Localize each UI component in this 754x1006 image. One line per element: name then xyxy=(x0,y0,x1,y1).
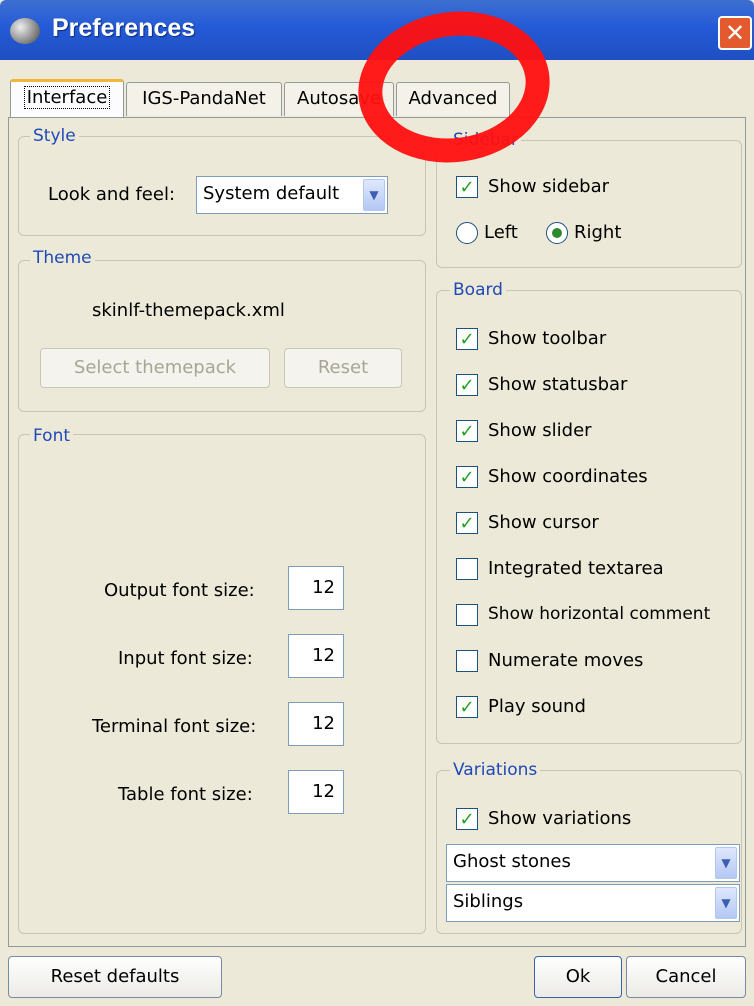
chevron-down-icon[interactable]: ▼ xyxy=(363,179,385,211)
show-toolbar-checkbox[interactable]: ✓ xyxy=(456,328,478,350)
play-sound-checkbox[interactable]: ✓ xyxy=(456,696,478,718)
look-and-feel-label: Look and feel: xyxy=(48,184,176,205)
right-radio[interactable] xyxy=(546,222,568,244)
show-coordinates-checkbox[interactable]: ✓ xyxy=(456,466,478,488)
input-font-size-label: Input font size: xyxy=(118,648,253,669)
show-sidebar-checkbox[interactable]: ✓ xyxy=(456,176,478,198)
left-radio[interactable] xyxy=(456,222,478,244)
output-font-size-input[interactable]: 12 xyxy=(288,566,344,610)
show-sidebar-label: Show sidebar xyxy=(488,176,610,197)
show-variations-checkbox[interactable]: ✓ xyxy=(456,808,478,830)
themepack-file: skinlf-themepack.xml xyxy=(92,300,285,321)
reset-defaults-button[interactable]: Reset defaults xyxy=(8,956,222,998)
numerate-moves-checkbox[interactable] xyxy=(456,650,478,672)
show-horizontal-comment-label: Show horizontal comment xyxy=(488,604,711,624)
terminal-font-size-label: Terminal font size: xyxy=(92,716,257,737)
show-cursor-checkbox[interactable]: ✓ xyxy=(456,512,478,534)
font-group-title: Font xyxy=(30,426,74,446)
play-sound-label: Play sound xyxy=(488,696,586,717)
tab-igs-pandanet[interactable]: IGS-PandaNet xyxy=(126,82,282,116)
app-icon xyxy=(10,18,40,44)
board-group-title: Board xyxy=(450,280,506,300)
chevron-down-icon[interactable]: ▼ xyxy=(715,847,737,879)
sidebar-group xyxy=(436,140,742,268)
show-slider-label: Show slider xyxy=(488,420,592,441)
variation-scope-value: Siblings xyxy=(453,891,524,912)
look-and-feel-value: System default xyxy=(203,183,340,204)
variation-mode-value: Ghost stones xyxy=(453,851,571,872)
output-font-size-label: Output font size: xyxy=(104,580,255,601)
show-cursor-label: Show cursor xyxy=(488,512,599,533)
tab-label: Interface xyxy=(23,86,111,109)
show-slider-checkbox[interactable]: ✓ xyxy=(456,420,478,442)
show-statusbar-label: Show statusbar xyxy=(488,374,628,395)
numerate-moves-label: Numerate moves xyxy=(488,650,644,671)
show-variations-label: Show variations xyxy=(488,808,632,829)
font-group xyxy=(18,434,426,934)
style-group-title: Style xyxy=(30,126,79,146)
select-themepack-button[interactable]: Select themepack xyxy=(40,348,270,388)
right-radio-label: Right xyxy=(574,222,622,243)
look-and-feel-select[interactable]: System default ▼ xyxy=(196,176,388,214)
table-font-size-input[interactable]: 12 xyxy=(288,770,344,814)
ok-button[interactable]: Ok xyxy=(534,956,622,998)
chevron-down-icon[interactable]: ▼ xyxy=(715,887,737,919)
variation-scope-select[interactable]: Siblings ▼ xyxy=(446,884,740,922)
variation-mode-select[interactable]: Ghost stones ▼ xyxy=(446,844,740,882)
theme-group xyxy=(18,260,426,412)
close-button[interactable]: ✕ xyxy=(718,16,752,50)
show-toolbar-label: Show toolbar xyxy=(488,328,607,349)
show-statusbar-checkbox[interactable]: ✓ xyxy=(456,374,478,396)
integrated-textarea-checkbox[interactable] xyxy=(456,558,478,580)
show-coordinates-label: Show coordinates xyxy=(488,466,648,487)
show-horizontal-comment-checkbox[interactable] xyxy=(456,604,478,626)
table-font-size-label: Table font size: xyxy=(118,784,253,805)
input-font-size-input[interactable]: 12 xyxy=(288,634,344,678)
reset-theme-button[interactable]: Reset xyxy=(284,348,402,388)
window-title: Preferences xyxy=(52,14,196,42)
tab-interface[interactable]: Interface xyxy=(10,79,124,117)
integrated-textarea-label: Integrated textarea xyxy=(488,558,664,579)
theme-group-title: Theme xyxy=(30,248,95,268)
left-radio-label: Left xyxy=(484,222,518,243)
variations-group-title: Variations xyxy=(450,760,541,780)
cancel-button[interactable]: Cancel xyxy=(626,956,746,998)
terminal-font-size-input[interactable]: 12 xyxy=(288,702,344,746)
